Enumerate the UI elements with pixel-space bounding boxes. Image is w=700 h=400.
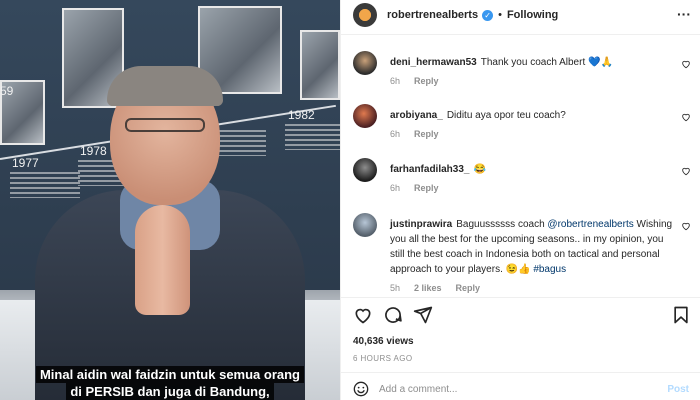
- comment-text: 😂: [473, 164, 486, 175]
- post-panel: robertrenealberts ✓ • Following ··· deni…: [340, 0, 700, 400]
- commenter-avatar[interactable]: [353, 51, 377, 75]
- reply-button[interactable]: Reply: [414, 183, 439, 193]
- comment-like-heart-icon[interactable]: [681, 112, 691, 122]
- comment-username[interactable]: farhanfadilah33_: [390, 164, 469, 175]
- bookmark-icon[interactable]: [671, 305, 691, 325]
- verified-badge-icon: ✓: [482, 9, 494, 21]
- reel-video[interactable]: 59 1977 1978 1981 1982 Minal aidin wal f…: [0, 0, 340, 400]
- reply-button[interactable]: Reply: [456, 283, 481, 293]
- subtitle-line-1: Minal aidin wal faidzin untuk semua oran…: [35, 366, 305, 383]
- subtitle-line-2: di PERSIB dan juga di Bandung,: [66, 383, 274, 400]
- header-divider: [341, 34, 700, 35]
- comment-time[interactable]: 6h: [390, 129, 400, 139]
- emoji-icon[interactable]: [353, 381, 369, 397]
- add-comment-bar: Post: [341, 378, 700, 400]
- reply-button[interactable]: Reply: [414, 76, 439, 86]
- heart-icon[interactable]: [353, 305, 373, 325]
- comment-like-heart-icon[interactable]: [681, 221, 691, 231]
- more-options-icon[interactable]: ···: [677, 0, 691, 28]
- video-subtitle: Minal aidin wal faidzin untuk semua oran…: [0, 366, 340, 400]
- author-username[interactable]: robertrenealberts: [387, 9, 478, 21]
- comment-input[interactable]: [379, 383, 649, 395]
- post-actions: [353, 305, 693, 327]
- comment-mention-link[interactable]: @robertrenealberts: [547, 219, 633, 230]
- comment-like-heart-icon[interactable]: [681, 59, 691, 69]
- actions-divider: [341, 297, 700, 298]
- header-separator: •: [498, 9, 502, 21]
- comment-text: Thank you coach Albert 💙🙏: [480, 57, 613, 68]
- reply-button[interactable]: Reply: [414, 129, 439, 139]
- post-timestamp[interactable]: 6 HOURS AGO: [353, 354, 413, 363]
- commenter-avatar[interactable]: [353, 158, 377, 182]
- comment-username[interactable]: deni_hermawan53: [390, 57, 477, 68]
- wall-year-label: 59: [0, 84, 14, 98]
- post-comment-button[interactable]: Post: [667, 384, 689, 395]
- commenter-avatar[interactable]: [353, 213, 377, 237]
- comment-time[interactable]: 6h: [390, 183, 400, 193]
- comment-like-heart-icon[interactable]: [681, 166, 691, 176]
- comment-hashtag-link[interactable]: #bagus: [533, 264, 566, 275]
- comment-time[interactable]: 5h: [390, 283, 400, 293]
- comment-icon[interactable]: [383, 305, 403, 325]
- coach-figure: [35, 66, 305, 400]
- view-count[interactable]: 40,636 views: [353, 336, 414, 347]
- comment-username[interactable]: justinprawira: [390, 219, 452, 230]
- comment-time[interactable]: 6h: [390, 76, 400, 86]
- wall-photo: [300, 30, 340, 100]
- author-avatar[interactable]: [353, 3, 377, 27]
- commenter-avatar[interactable]: [353, 104, 377, 128]
- send-icon[interactable]: [413, 305, 433, 325]
- comment-text: Diditu aya opor teu coach?: [446, 110, 566, 121]
- post-header: robertrenealberts ✓ • Following ···: [341, 0, 700, 30]
- input-divider: [341, 372, 700, 373]
- comment-text: Baguussssss coach: [456, 219, 548, 230]
- comment-username[interactable]: arobiyana_: [390, 110, 443, 121]
- following-button[interactable]: Following: [507, 9, 558, 21]
- comment-likes-count[interactable]: 2 likes: [414, 283, 442, 293]
